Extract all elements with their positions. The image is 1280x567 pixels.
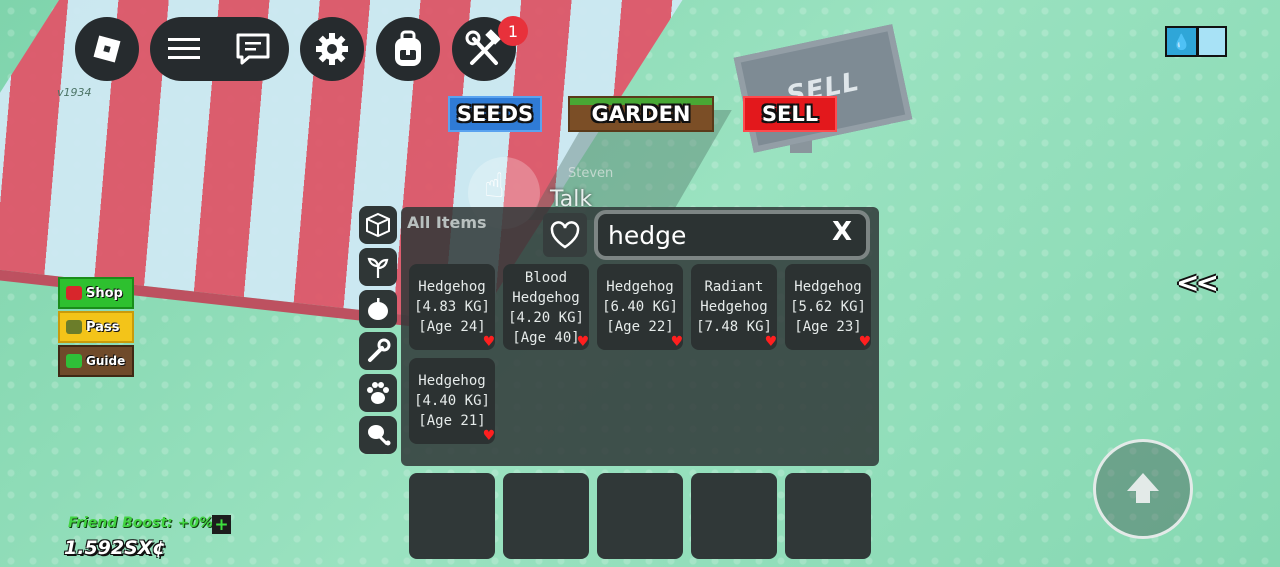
notification-badge: 1	[498, 16, 528, 46]
backpack-icon	[395, 30, 421, 66]
item-age: [Age 40]	[512, 330, 580, 346]
roblox-logo-icon	[93, 35, 121, 63]
inventory-item[interactable]: Hedgehog [4.40 KG] [Age 21] ♥	[409, 358, 495, 444]
collapse-arrows-button[interactable]: <<	[1176, 266, 1219, 299]
chat-icon[interactable]	[235, 32, 271, 66]
favorite-heart-icon: ♥	[671, 332, 682, 350]
tab-food[interactable]	[359, 416, 397, 454]
hamburger-menu-icon[interactable]	[167, 36, 200, 62]
water-drops-icon[interactable]: 💧	[1165, 26, 1198, 57]
inventory-item[interactable]: Hedgehog [4.83 KG] [Age 24] ♥	[409, 264, 495, 350]
favorite-heart-icon: ♥	[765, 332, 776, 350]
item-age: [Age 23]	[794, 319, 862, 335]
favorites-filter-button[interactable]	[543, 213, 587, 257]
guide-label: Guide	[86, 354, 126, 368]
guide-button[interactable]: Guide	[58, 345, 134, 377]
roblox-menu-button[interactable]	[75, 17, 139, 81]
hotbar-slot[interactable]	[409, 473, 495, 559]
item-age: [Age 24]	[418, 319, 486, 335]
up-arrow-icon	[1127, 473, 1159, 503]
inventory-item[interactable]: Blood Hedgehog [4.20 KG] [Age 40] ♥	[503, 264, 589, 350]
gear-icon	[316, 33, 348, 65]
pass-button[interactable]: Pass	[58, 311, 134, 343]
pointer-hand-icon: ☝	[484, 166, 505, 206]
fruit-icon	[368, 298, 388, 320]
hotbar-slot[interactable]	[503, 473, 589, 559]
drumstick-icon	[368, 425, 391, 446]
hotbar-slot[interactable]	[691, 473, 777, 559]
item-name: Hedgehog	[418, 279, 486, 295]
paw-icon	[367, 382, 389, 404]
hotbar-slot[interactable]	[597, 473, 683, 559]
category-title: All Items	[407, 213, 487, 232]
sell-sign: SELL	[733, 24, 913, 153]
favorite-heart-icon: ♥	[577, 332, 588, 350]
item-weight: [7.48 KG]	[696, 319, 772, 335]
currency-amount: 1.592SX¢	[64, 537, 166, 559]
search-input[interactable]	[608, 218, 818, 252]
book-icon	[66, 354, 82, 368]
item-age: [Age 21]	[418, 413, 486, 429]
item-weight: [4.40 KG]	[414, 393, 490, 409]
item-name: Radiant Hedgehog	[700, 279, 768, 315]
pass-label: Pass	[86, 319, 120, 335]
pass-icon	[66, 320, 82, 334]
jump-button[interactable]	[1093, 439, 1193, 539]
wrench-icon	[368, 338, 391, 362]
item-weight: [6.40 KG]	[602, 299, 678, 315]
shop-label: Shop	[86, 285, 123, 301]
menu-chat-group	[150, 17, 289, 81]
settings-button[interactable]	[300, 17, 364, 81]
backpack-button[interactable]	[376, 17, 440, 81]
hotbar-slot[interactable]	[785, 473, 871, 559]
inventory-item[interactable]: Radiant Hedgehog [7.48 KG] ♥	[691, 264, 777, 350]
shop-button[interactable]: Shop	[58, 277, 134, 309]
item-weight: [4.83 KG]	[414, 299, 490, 315]
inventory-item[interactable]: Hedgehog [6.40 KG] [Age 22] ♥	[597, 264, 683, 350]
item-weight: [4.20 KG]	[508, 310, 584, 326]
search-box: X	[594, 210, 870, 260]
inventory-item[interactable]: Hedgehog [5.62 KG] [Age 23] ♥	[785, 264, 871, 350]
item-name: Hedgehog	[794, 279, 862, 295]
friend-boost-label: Friend Boost: +0%	[68, 515, 213, 531]
favorite-heart-icon: ♥	[483, 332, 494, 350]
clear-search-button[interactable]: X	[832, 217, 852, 247]
tab-seeds[interactable]	[359, 248, 397, 286]
heart-outline-icon	[550, 221, 580, 249]
item-weight: [5.62 KG]	[790, 299, 866, 315]
item-name: Blood Hedgehog	[512, 270, 580, 306]
tab-gear[interactable]	[359, 332, 397, 370]
favorite-heart-icon: ♥	[859, 332, 870, 350]
item-name: Hedgehog	[418, 373, 486, 389]
weather-slot[interactable]	[1197, 26, 1227, 57]
sprout-icon	[367, 257, 389, 278]
seeds-button[interactable]: SEEDS	[448, 96, 542, 132]
tab-fruits[interactable]	[359, 290, 397, 328]
cube-icon	[366, 212, 390, 238]
sell-button[interactable]: SELL	[743, 96, 837, 132]
add-friend-button[interactable]: +	[212, 515, 231, 535]
basket-icon	[66, 286, 82, 300]
favorite-heart-icon: ♥	[483, 426, 494, 444]
version-label: v1934	[57, 86, 92, 99]
garden-button[interactable]: GARDEN	[568, 96, 714, 132]
item-age: [Age 22]	[606, 319, 674, 335]
tab-all-items[interactable]	[359, 206, 397, 244]
item-name: Hedgehog	[606, 279, 674, 295]
tab-pets[interactable]	[359, 374, 397, 412]
npc-name: Steven	[568, 166, 614, 181]
